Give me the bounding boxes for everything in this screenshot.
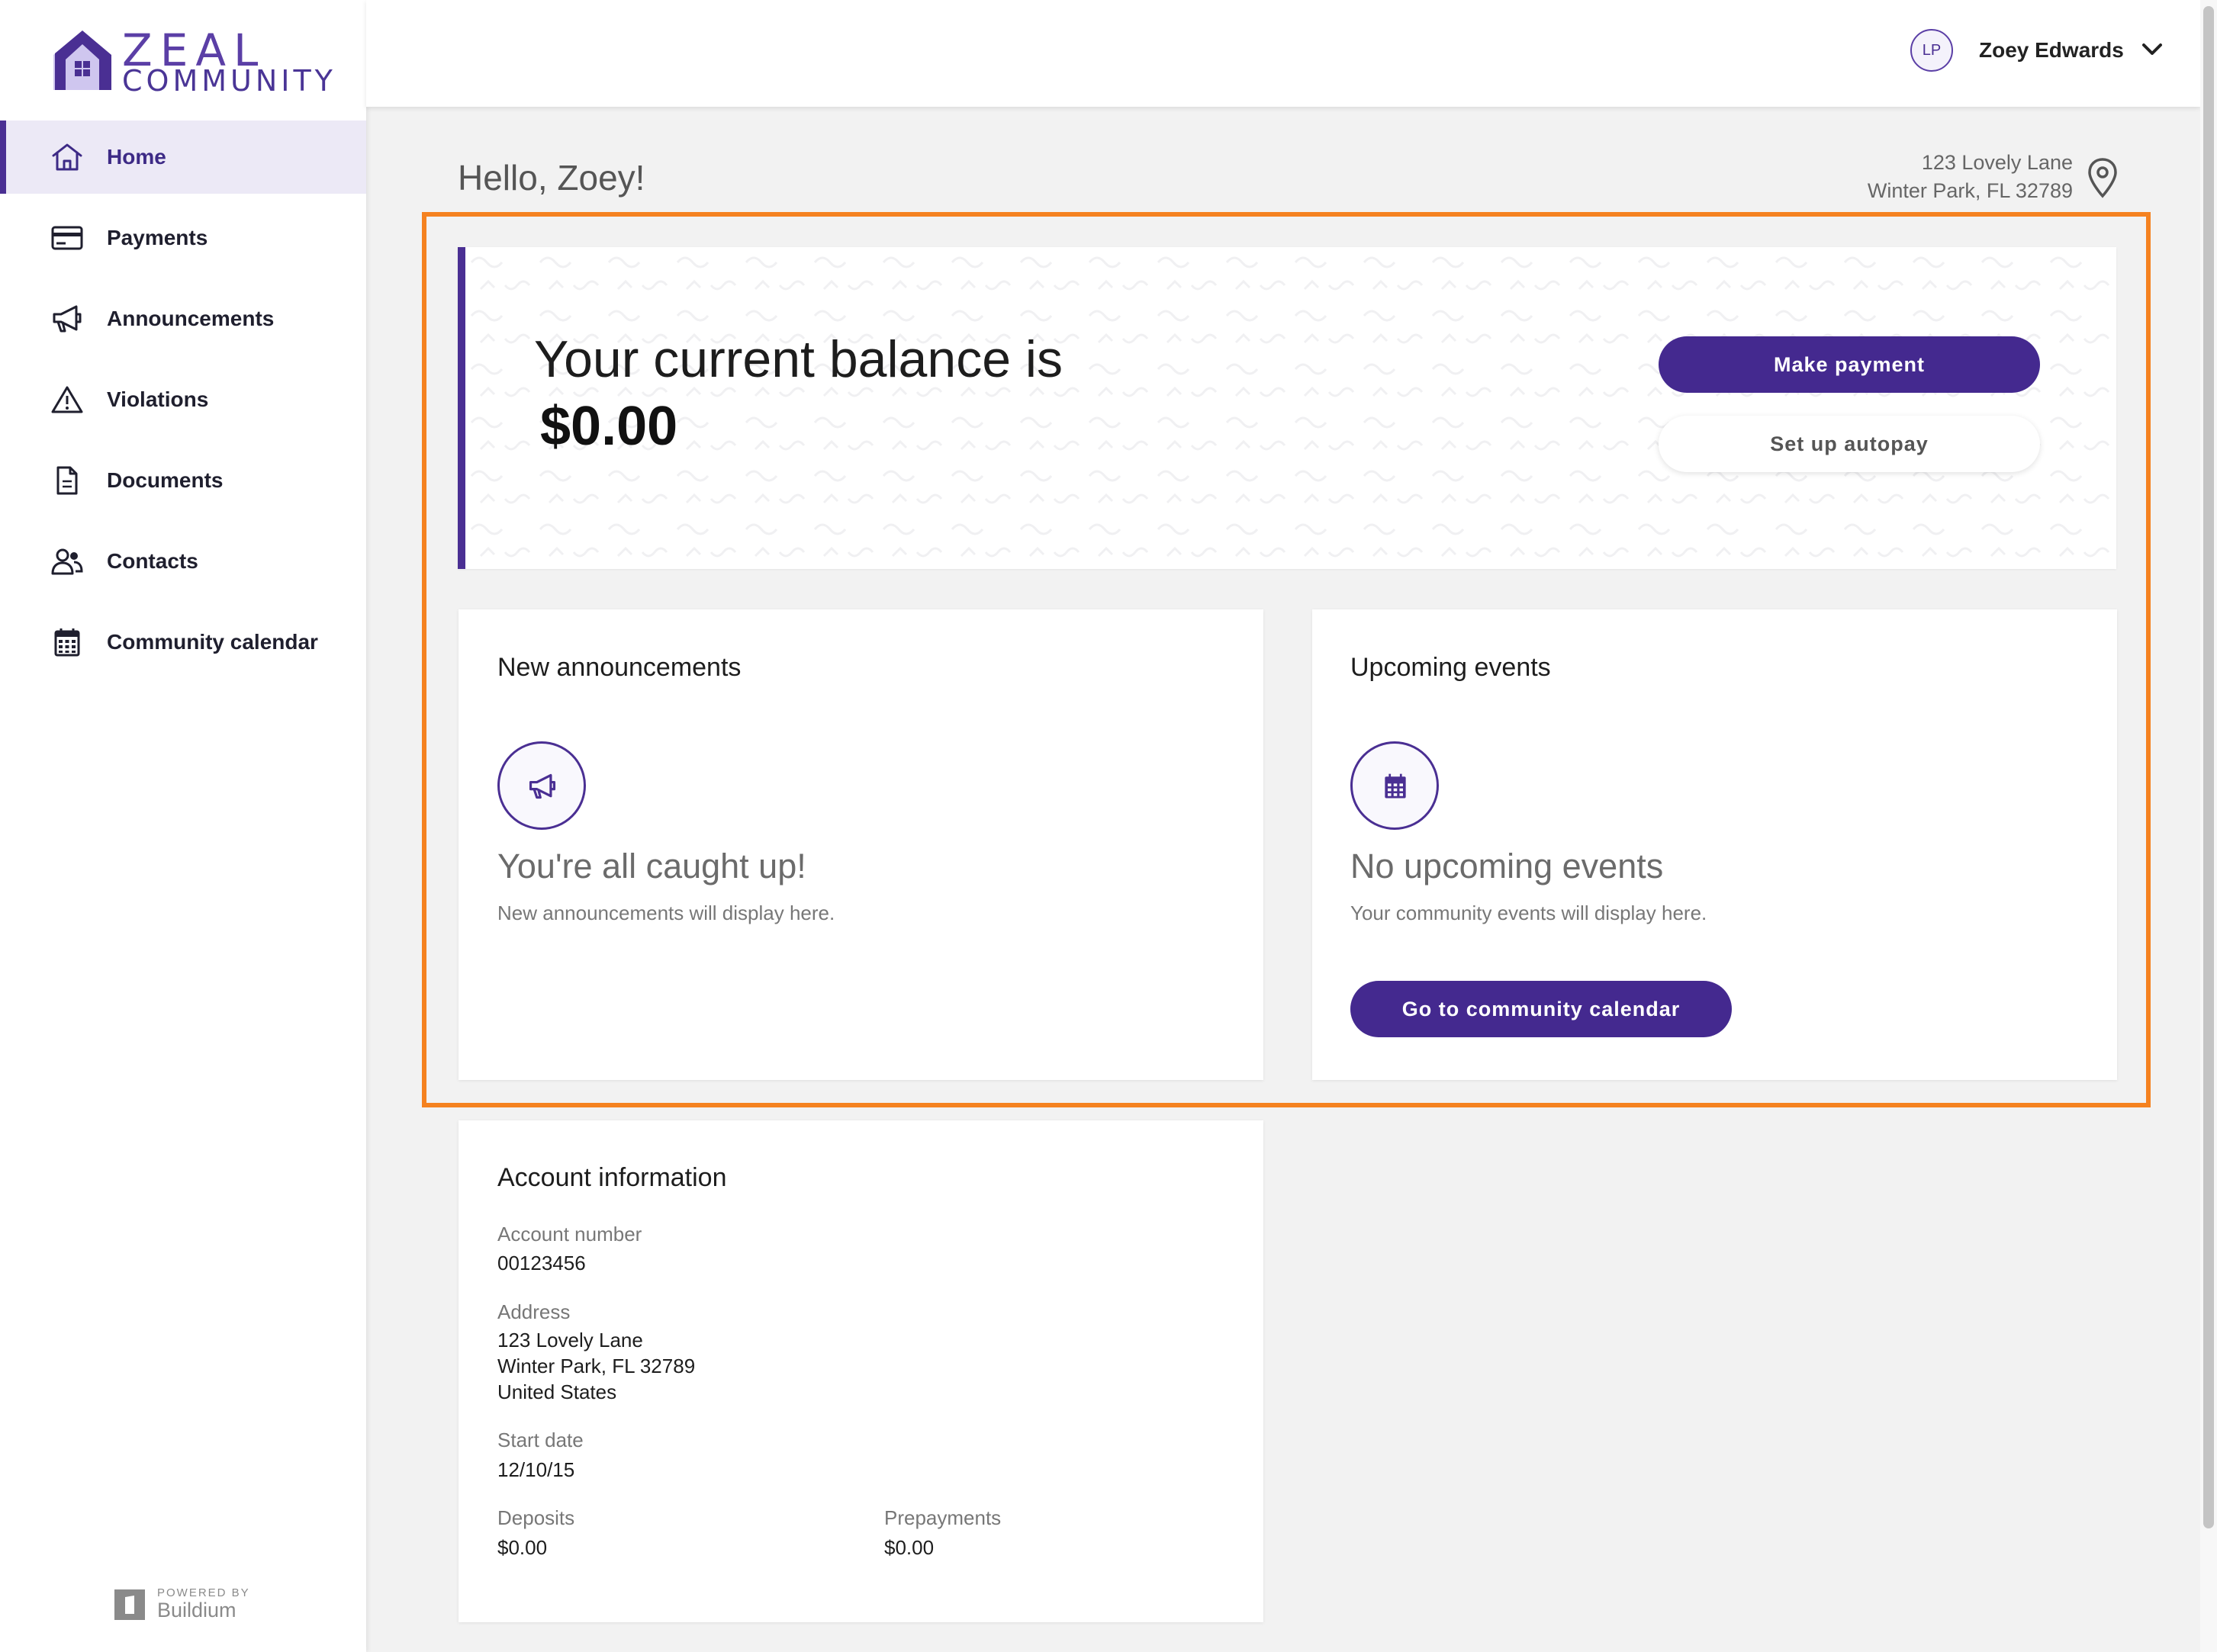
sidebar-item-contacts[interactable]: Contacts [0,525,366,598]
calendar-icon [54,628,80,657]
sidebar-item-announcements[interactable]: Announcements [0,282,366,355]
credit-card-icon [51,226,83,250]
sidebar-item-payments[interactable]: Payments [0,201,366,275]
chevron-down-icon[interactable] [2141,40,2164,59]
document-icon [56,466,78,495]
avatar[interactable]: LP [1910,29,1953,72]
megaphone-icon [53,305,82,333]
sidebar-item-home[interactable]: Home [0,121,366,194]
deposits-label: Deposits [497,1506,575,1529]
sidebar-item-community-calendar[interactable]: Community calendar [0,606,366,679]
powered-by-label: POWERED BY [157,1586,250,1599]
warning-icon [51,386,83,413]
address-line1: 123 Lovely Lane [497,1329,643,1351]
zeal-community-logo[interactable]: ZEAL COMMUNITY [52,24,333,102]
house-logo-icon [53,31,111,90]
start-date-value: 12/10/15 [497,1458,575,1481]
powered-by-name: Buildium [157,1599,237,1621]
contacts-icon [51,548,83,575]
sidebar-nav: Home Payments Announcements Violations D… [0,121,366,686]
page-greeting: Hello, Zoey! [458,158,645,198]
sidebar-item-label: Community calendar [107,630,318,654]
address-label: Address [497,1300,571,1323]
sidebar-item-label: Contacts [107,549,198,573]
logo-wordmark-community: COMMUNITY [122,64,336,98]
user-name[interactable]: Zoey Edwards [1979,38,2124,63]
property-address-line1: 123 Lovely Lane [1921,151,2073,174]
highlight-box [422,212,2151,1107]
account-information-title: Account information [497,1163,727,1192]
start-date-label: Start date [497,1429,584,1451]
sidebar-item-violations[interactable]: Violations [0,363,366,436]
account-number-label: Account number [497,1223,642,1245]
sidebar-item-label: Announcements [107,307,275,330]
prepayments-value: $0.00 [884,1536,935,1559]
deposits-value: $0.00 [497,1536,548,1559]
sidebar-item-label: Home [107,145,166,169]
powered-by-buildium[interactable]: POWERED BY Buildium [114,1586,267,1625]
prepayments-label: Prepayments [884,1506,1002,1529]
home-icon [52,143,82,171]
sidebar-item-documents[interactable]: Documents [0,444,366,517]
scrollbar-thumb[interactable] [2203,6,2214,1528]
location-pin-icon [2088,158,2117,198]
property-address-line2: Winter Park, FL 32789 [1867,179,2073,202]
address-line3: United States [497,1380,617,1403]
sidebar-item-label: Payments [107,226,208,249]
sidebar-item-label: Violations [107,387,209,411]
address-line2: Winter Park, FL 32789 [497,1355,696,1377]
sidebar-item-label: Documents [107,468,224,492]
account-number-value: 00123456 [497,1252,586,1274]
buildium-logo-icon [114,1589,145,1620]
sidebar: ZEAL COMMUNITY Home Payments Announcemen… [0,0,366,1652]
